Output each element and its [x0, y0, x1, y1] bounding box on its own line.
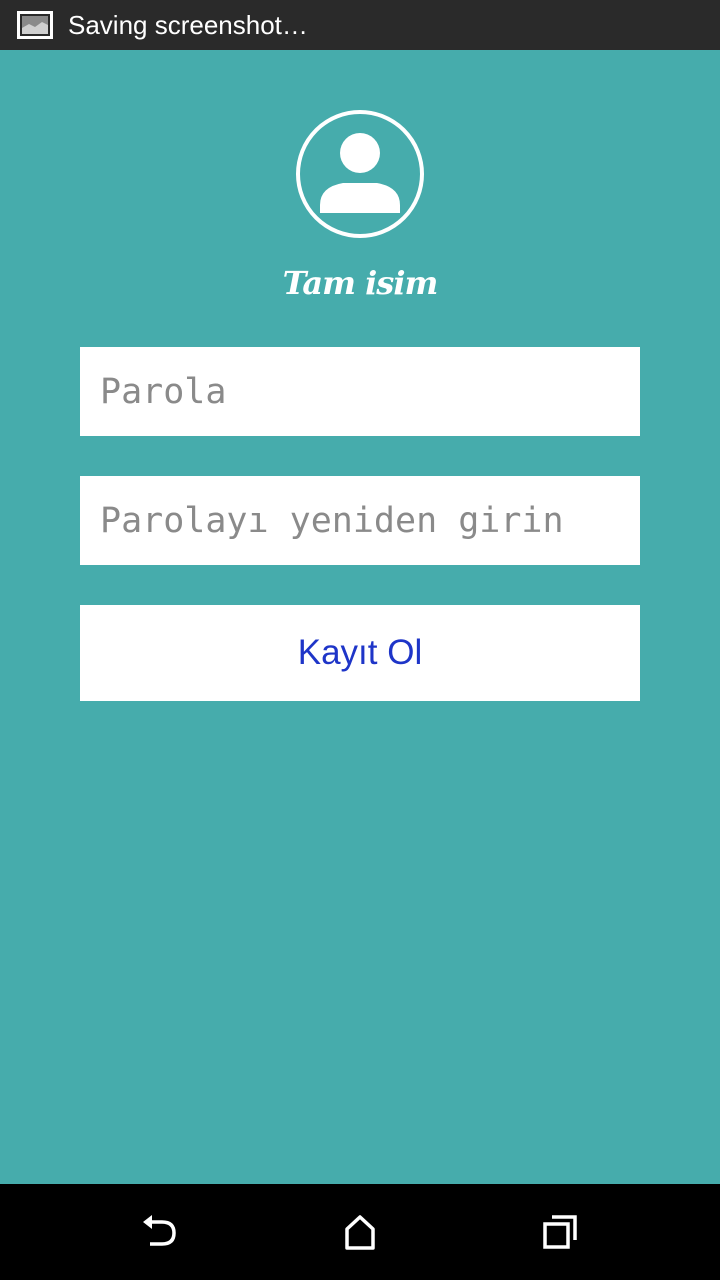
register-screen: Tam isim Kayıt Ol	[0, 50, 720, 1184]
status-text: Saving screenshot…	[68, 9, 308, 40]
status-bar: Saving screenshot…	[0, 0, 720, 50]
home-icon[interactable]	[340, 1212, 380, 1252]
user-avatar-icon	[295, 109, 425, 239]
navigation-bar	[0, 1184, 720, 1280]
register-button[interactable]: Kayıt Ol	[80, 605, 640, 701]
confirm-password-field[interactable]	[80, 476, 640, 565]
screenshot-icon	[0, 11, 53, 39]
full-name-label: Tam isim	[282, 264, 439, 302]
password-field[interactable]	[80, 347, 640, 436]
recents-icon[interactable]	[540, 1212, 580, 1252]
back-icon[interactable]	[140, 1212, 180, 1252]
